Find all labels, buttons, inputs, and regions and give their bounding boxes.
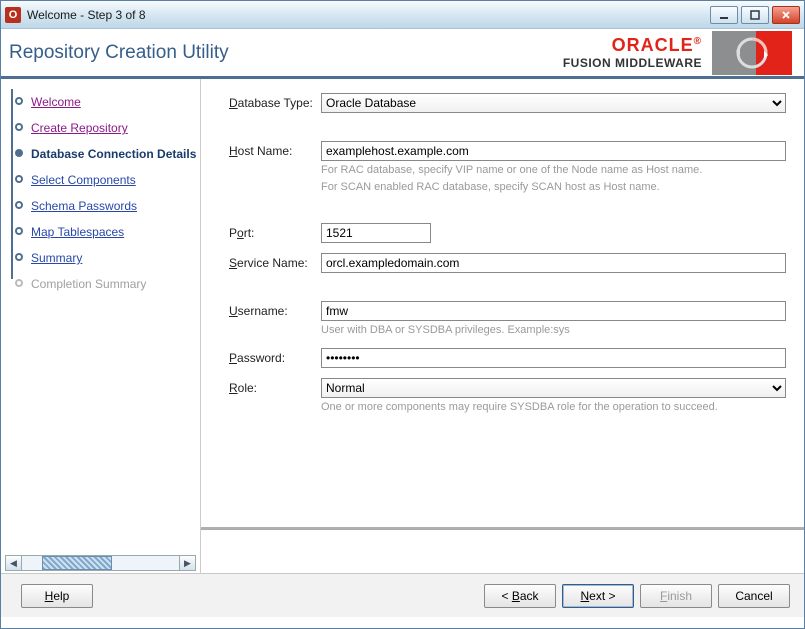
label-port: Port:	[229, 223, 321, 240]
brand-swirl-icon	[712, 31, 792, 75]
step-welcome: Welcome	[9, 89, 200, 115]
step-summary: Summary	[9, 245, 200, 271]
role-hint: One or more components may require SYSDB…	[321, 400, 786, 415]
host-name-input[interactable]	[321, 141, 786, 161]
brand-middleware: FUSION MIDDLEWARE	[563, 56, 702, 70]
window-controls	[710, 6, 800, 24]
host-name-hint1: For RAC database, specify VIP name or on…	[321, 163, 786, 178]
password-input[interactable]	[321, 348, 786, 368]
scroll-left-icon[interactable]: ◀	[6, 556, 22, 570]
sidebar: Welcome Create Repository Database Conne…	[1, 79, 201, 573]
header: Repository Creation Utility ORACLE® FUSI…	[1, 29, 804, 79]
label-host-name: Host Name:	[229, 141, 321, 158]
label-password: Password:	[229, 348, 321, 365]
app-icon: O	[5, 7, 21, 23]
port-input[interactable]	[321, 223, 431, 243]
help-button[interactable]: Help	[21, 584, 93, 608]
step-schema-passwords: Schema Passwords	[9, 193, 200, 219]
minimize-button[interactable]	[710, 6, 738, 24]
brand-oracle: ORACLE®	[563, 35, 702, 56]
step-create-repository: Create Repository	[9, 115, 200, 141]
main-panel: Database Type: Oracle Database Host Name…	[201, 79, 804, 573]
maximize-button[interactable]	[741, 6, 769, 24]
step-select-components: Select Components	[9, 167, 200, 193]
window-frame: O Welcome - Step 3 of 8 Repository Creat…	[0, 0, 805, 629]
titlebar[interactable]: O Welcome - Step 3 of 8	[1, 1, 804, 29]
host-name-hint2: For SCAN enabled RAC database, specify S…	[321, 180, 786, 195]
window-title: Welcome - Step 3 of 8	[27, 8, 710, 22]
label-username: Username:	[229, 301, 321, 318]
username-input[interactable]	[321, 301, 786, 321]
footer: Help < Back Next > Finish Cancel	[1, 573, 804, 617]
form-area: Database Type: Oracle Database Host Name…	[201, 79, 804, 529]
role-select[interactable]: Normal	[321, 378, 786, 398]
back-button[interactable]: < Back	[484, 584, 556, 608]
brand-block: ORACLE® FUSION MIDDLEWARE	[563, 31, 792, 75]
database-type-select[interactable]: Oracle Database	[321, 93, 786, 113]
wizard-steps: Welcome Create Repository Database Conne…	[9, 89, 200, 297]
next-button[interactable]: Next >	[562, 584, 634, 608]
service-name-input[interactable]	[321, 253, 786, 273]
step-db-connection: Database Connection Details	[9, 141, 200, 167]
label-database-type: Database Type:	[229, 93, 321, 110]
close-button[interactable]	[772, 6, 800, 24]
username-hint: User with DBA or SYSDBA privileges. Exam…	[321, 323, 786, 338]
step-map-tablespaces: Map Tablespaces	[9, 219, 200, 245]
cancel-button[interactable]: Cancel	[718, 584, 790, 608]
finish-button: Finish	[640, 584, 712, 608]
message-area	[201, 529, 804, 573]
sidebar-scrollbar[interactable]: ◀ ▶	[5, 555, 196, 571]
label-service-name: Service Name:	[229, 253, 321, 270]
scroll-right-icon[interactable]: ▶	[179, 556, 195, 570]
step-completion-summary: Completion Summary	[9, 271, 200, 297]
page-title: Repository Creation Utility	[9, 42, 229, 64]
scroll-thumb[interactable]	[42, 556, 112, 570]
label-role: Role:	[229, 378, 321, 395]
